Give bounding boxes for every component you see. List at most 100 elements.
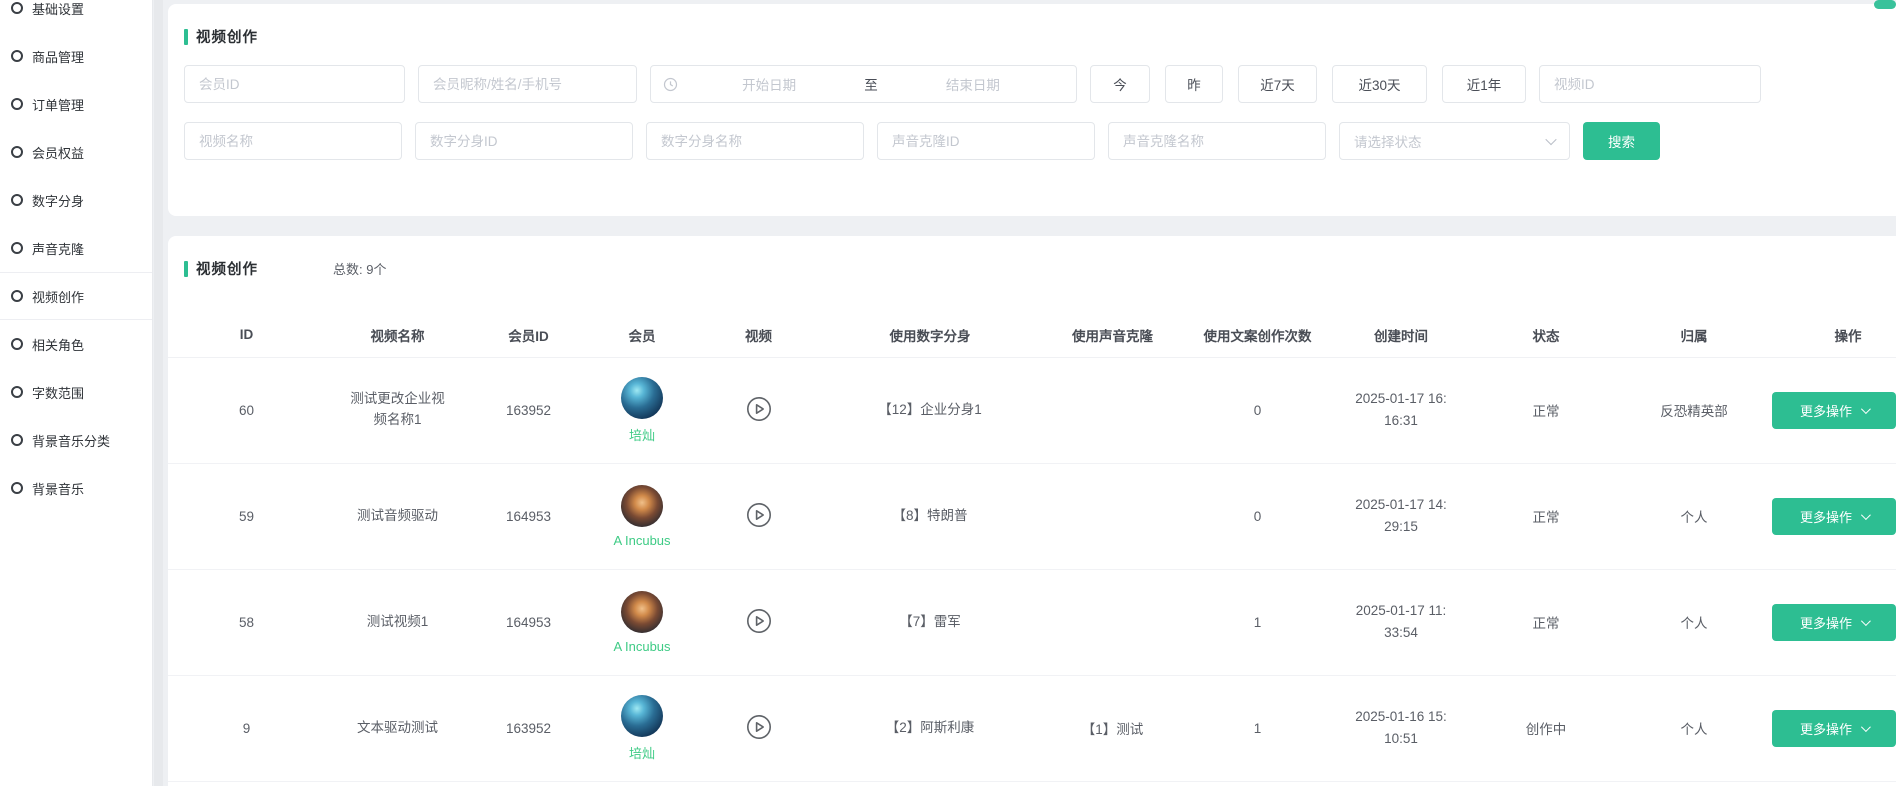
cell-copy-count: 1 [1185,569,1330,675]
sidebar-item[interactable]: 订单管理 [0,80,152,128]
menu-circle-icon [11,338,23,350]
cell-digital-avatar: 【7】雷军 [820,569,1040,675]
menu-circle-icon [11,194,23,206]
sidebar-item[interactable]: 视频创作 [0,272,152,320]
play-video-icon[interactable] [746,502,772,528]
end-date-placeholder[interactable]: 结束日期 [882,74,1064,94]
sidebar-scroll-strip[interactable] [154,0,163,786]
cell-video-name: 文本驱动测试 [325,675,470,781]
col-member: 会员 [587,313,697,357]
more-actions-label: 更多操作 [1800,507,1852,526]
play-video-icon[interactable] [746,396,772,422]
date-separator: 至 [860,74,882,94]
created-at-text: 2025-01-17 16:16:31 [1353,388,1450,431]
sidebar-item[interactable]: 声音克隆 [0,224,152,272]
sidebar-item[interactable]: 相关角色 [0,320,152,368]
sidebar-item[interactable]: 字数范围 [0,368,152,416]
cell-member-id: 164953 [470,569,587,675]
digital-avatar-text: 【8】特朗普 [874,506,986,527]
cell-actions: 更多操作 .. [1768,675,1896,781]
sidebar-item[interactable]: 背景音乐分类 [0,416,152,464]
cell-belong: 个人 [1620,463,1768,569]
date-range-picker[interactable]: 开始日期 至 结束日期 [650,65,1077,103]
filter-panel: 视频创作 开始日期 至 结束日期 今 昨 近7天 近30天 近1年 [168,4,1896,216]
member-avatar [621,485,663,527]
sidebar-item[interactable]: 会员权益 [0,128,152,176]
sidebar-item[interactable]: 基础设置 [0,0,152,32]
video-name-input[interactable] [184,122,402,160]
member-name: A Incubus [613,639,670,654]
col-voice-clone: 使用声音克隆 [1040,313,1185,357]
more-actions-label: 更多操作 [1800,613,1852,632]
chevron-down-icon [1861,404,1871,414]
voice-clone-id-input[interactable] [877,122,1095,160]
digital-avatar-text: 【7】雷军 [874,612,986,633]
cell-member: A Incubus [587,463,697,569]
chevron-down-icon [1861,616,1871,626]
top-right-button-fragment[interactable] [1874,0,1896,9]
chevron-down-icon [1545,134,1556,145]
cell-actions: 更多操作 .. [1768,569,1896,675]
member-avatar [621,377,663,419]
col-actions: 操作 [1768,313,1896,357]
sidebar-item[interactable]: 数字分身 [0,176,152,224]
menu-circle-icon [11,290,23,302]
digital-avatar-id-input[interactable] [415,122,633,160]
sidebar-item[interactable]: 商品管理 [0,32,152,80]
start-date-placeholder[interactable]: 开始日期 [678,74,860,94]
cell-created-at: 2025-01-17 16:16:31 [1330,357,1472,463]
more-actions-button[interactable]: 更多操作 [1772,604,1896,641]
menu-circle-icon [11,146,23,158]
col-video: 视频 [697,313,820,357]
cell-created-at: 2025-01-17 14:29:15 [1330,463,1472,569]
cell-digital-avatar: 【8】特朗普 [820,463,1040,569]
cell-video [697,463,820,569]
cell-video [697,569,820,675]
cell-member: 培灿 [587,675,697,781]
cell-id: 9 [168,675,325,781]
filter-panel-title: 视频创作 [196,26,258,47]
status-select[interactable]: 请选择状态 [1339,122,1570,160]
total-count-label: 总数: 9个 [333,259,386,278]
play-video-icon[interactable] [746,608,772,634]
quick-range-buttons: 今 昨 近7天 近30天 近1年 [1090,65,1526,103]
cell-digital-avatar: 【2】阿斯利康 [820,675,1040,781]
more-actions-button[interactable]: 更多操作 [1772,710,1896,747]
video-id-input[interactable] [1539,65,1761,103]
cell-belong: 反恐精英部 [1620,357,1768,463]
play-video-icon[interactable] [746,714,772,740]
cell-copy-count: 1 [1185,675,1330,781]
member-id-input[interactable] [184,65,405,103]
col-id: ID [168,313,325,357]
digital-avatar-text: 【2】阿斯利康 [874,718,986,739]
more-actions-label: 更多操作 [1800,401,1852,420]
quick-range-button[interactable]: 近30天 [1332,65,1427,103]
menu-circle-icon [11,242,23,254]
member-nickname-input[interactable] [418,65,637,103]
more-actions-button[interactable]: 更多操作 [1772,498,1896,535]
cell-member: 培灿 [587,357,697,463]
voice-clone-name-input[interactable] [1108,122,1326,160]
sidebar-item-label: 会员权益 [32,143,84,162]
more-actions-button[interactable]: 更多操作 [1772,392,1896,429]
cell-created-at: 2025-01-17 11:33:54 [1330,569,1472,675]
cell-video-name: 测试更改企业视频名称1 [325,357,470,463]
col-digital-avatar: 使用数字分身 [820,313,1040,357]
sidebar-item[interactable]: 背景音乐 [0,464,152,512]
cell-voice-clone [1040,569,1185,675]
col-belong: 归属 [1620,313,1768,357]
cell-id: 58 [168,569,325,675]
quick-range-button[interactable]: 近7天 [1238,65,1317,103]
cell-id: 59 [168,463,325,569]
col-video-name: 视频名称 [325,313,470,357]
quick-range-button[interactable]: 近1年 [1442,65,1526,103]
search-button[interactable]: 搜索 [1583,122,1660,160]
quick-range-button[interactable]: 昨 [1165,65,1223,103]
menu-circle-icon [11,482,23,494]
cell-status: 创作中 [1472,675,1620,781]
cell-video-name: 测试音频驱动 [325,463,470,569]
member-avatar [621,695,663,737]
filter-panel-header: 视频创作 [184,26,1896,47]
quick-range-button[interactable]: 今 [1090,65,1150,103]
digital-avatar-name-input[interactable] [646,122,864,160]
